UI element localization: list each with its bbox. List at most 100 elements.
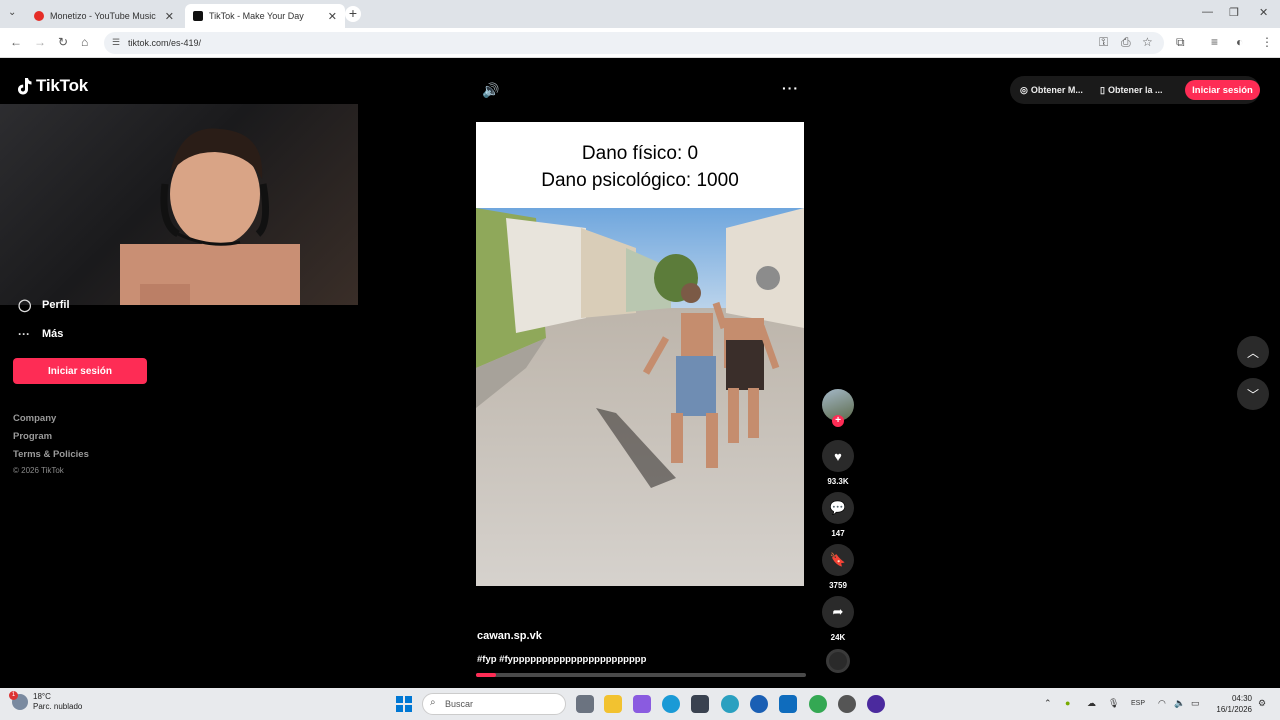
bookmark-star-icon[interactable]: ☆ [1142,35,1153,49]
like-action[interactable]: ♥ 93.3K [822,440,854,486]
sidebar-item-profile[interactable]: ◯ Perfil [18,298,70,312]
bookmark-icon[interactable]: 🔖 [822,544,854,576]
share-action[interactable]: ➦ 24K [822,596,854,642]
tray-overflow-icon[interactable]: ⌃ [1044,698,1052,709]
new-tab-button[interactable]: + [345,6,361,22]
weather-description: Parc. nublado [33,702,83,711]
forward-icon[interactable]: → [34,35,46,49]
chevron-up-icon: ︿ [1246,345,1259,360]
profile-icon[interactable]: ◐ [1236,35,1243,49]
tab-list-icon[interactable]: ⌄ [8,7,16,18]
notification-bell-icon[interactable]: ⚙ [1258,698,1266,709]
video-hashtags[interactable]: #fyp #fyppppppppppppppppppppppp [477,654,646,665]
sidebar-login-button[interactable]: Iniciar sesión [13,358,147,384]
minimize-icon[interactable]: — [1202,6,1213,18]
get-coins-button[interactable]: ◎ Obtener M... [1020,79,1083,101]
footer-link-terms[interactable]: Terms & Policies [13,449,89,460]
assistant-icon[interactable] [867,695,885,713]
file-explorer-icon[interactable] [604,695,622,713]
close-tab-icon[interactable]: ✕ [165,10,174,23]
hp-icon[interactable] [750,695,768,713]
clock-date: 16/1/2026 [1216,705,1252,714]
close-tab-icon[interactable]: ✕ [328,10,337,23]
browser-tab-bar: ⌄ Monetizo - YouTube Music ✕ TikTok - Ma… [0,0,1280,28]
window-close-icon[interactable]: ✕ [1259,6,1268,19]
next-video-button[interactable]: ﹀ [1237,378,1269,410]
footer-link-program[interactable]: Program [13,431,52,442]
sidebar-item-more[interactable]: ··· Más [18,327,63,341]
edge-icon[interactable] [662,695,680,713]
system-clock[interactable]: 04:30 16/1/2026 [1212,693,1252,715]
tiktok-logo[interactable]: TikTok [16,76,88,96]
taskbar-search-input[interactable]: ⌕ Buscar [422,693,566,715]
webcam-person-image [120,128,300,305]
sidebar-item-label: Perfil [42,299,70,311]
taskbar-search-placeholder: Buscar [445,699,474,709]
url-text: tiktok.com/es-419/ [128,38,202,48]
get-coins-label: Obtener M... [1030,85,1083,95]
more-dots-icon: ··· [18,327,30,341]
windows-start-icon[interactable] [396,696,412,712]
youtube-music-icon [34,11,44,21]
like-count: 93.3K [827,477,849,486]
password-key-icon[interactable]: ⚿ [1099,35,1108,50]
tab-tiktok[interactable]: TikTok - Make Your Day ✕ [185,4,345,28]
home-icon[interactable]: ⌂ [81,35,88,49]
extensions-icon[interactable]: ⧉ [1176,35,1185,50]
share-icon[interactable]: ➦ [822,596,854,628]
tab-title: Monetizo - YouTube Music [50,11,156,21]
video-frame-image [476,208,804,586]
tray-cloud-icon[interactable]: ☁ [1087,698,1096,709]
more-options-icon[interactable]: ··· [782,80,799,96]
video-author-username[interactable]: cawan.sp.vk [477,630,542,642]
follow-plus-icon[interactable]: + [832,415,844,427]
app-icon[interactable] [838,695,856,713]
weather-widget[interactable]: 1 18°C Parc. nublado [9,691,83,712]
tiktok-favicon-icon [193,11,203,21]
weather-cloud-icon: 1 [9,691,28,710]
reload-icon[interactable]: ↻ [58,35,68,49]
battery-icon[interactable]: ▭ [1191,698,1200,709]
volume-icon[interactable]: 🔊 [482,82,499,99]
music-disc-icon[interactable] [826,649,850,673]
tray-app-icon[interactable]: ● [1065,698,1070,708]
heart-icon[interactable]: ♥ [822,440,854,472]
tab-youtube-music[interactable]: Monetizo - YouTube Music ✕ [26,4,182,28]
maximize-icon[interactable]: ❐ [1229,6,1239,19]
video-progress-bar[interactable] [476,673,806,677]
speaker-icon[interactable]: 🔈 [1174,698,1185,709]
os-taskbar: 1 18°C Parc. nublado ⌕ Buscar ⌃ ● ☁ 🎙 ES… [0,688,1280,720]
person-icon: ◯ [18,298,32,312]
footer-link-company[interactable]: Company [13,413,56,424]
tab-title: TikTok - Make Your Day [209,11,304,21]
get-app-button[interactable]: ▯ Obtener la ... [1100,79,1162,101]
header-login-button[interactable]: Iniciar sesión [1185,80,1260,100]
url-field[interactable]: ☰ tiktok.com/es-419/ [104,32,1164,54]
language-indicator[interactable]: ESP [1131,700,1145,707]
video-caption-overlay: Dano físico: 0 Dano psicológico: 1000 [476,122,804,208]
video-player[interactable]: Dano físico: 0 Dano psicológico: 1000 [476,122,804,586]
outlook-icon[interactable] [779,695,797,713]
clock-time: 04:30 [1231,694,1252,703]
copilot-icon[interactable] [633,695,651,713]
install-app-icon[interactable]: ⎙ [1121,35,1131,50]
back-icon[interactable]: ← [10,35,22,49]
phone-icon: ▯ [1100,84,1105,95]
comment-icon[interactable]: 💬 [822,492,854,524]
comment-count: 147 [831,529,845,538]
site-info-icon[interactable]: ☰ [112,37,120,48]
save-action[interactable]: 🔖 3759 [822,544,854,590]
wifi-icon[interactable]: ◠ [1158,698,1166,709]
task-view-icon[interactable] [576,695,594,713]
search-icon: ⌕ [430,697,436,708]
chatgpt-icon[interactable] [721,695,739,713]
chrome-icon[interactable] [809,695,827,713]
microphone-icon[interactable]: 🎙 [1108,698,1119,709]
browser-menu-icon[interactable]: ⋮ [1261,35,1273,49]
previous-video-button[interactable]: ︿ [1237,336,1269,368]
webcam-overlay [0,104,358,305]
store-icon[interactable] [691,695,709,713]
comment-action[interactable]: 💬 147 [822,492,854,538]
reading-list-icon[interactable]: ≡ [1211,35,1218,49]
address-bar-row: ← → ↻ ⌂ ☰ tiktok.com/es-419/ ⚿ ⎙ ☆ ⧉ ≡ ◐… [0,28,1280,58]
